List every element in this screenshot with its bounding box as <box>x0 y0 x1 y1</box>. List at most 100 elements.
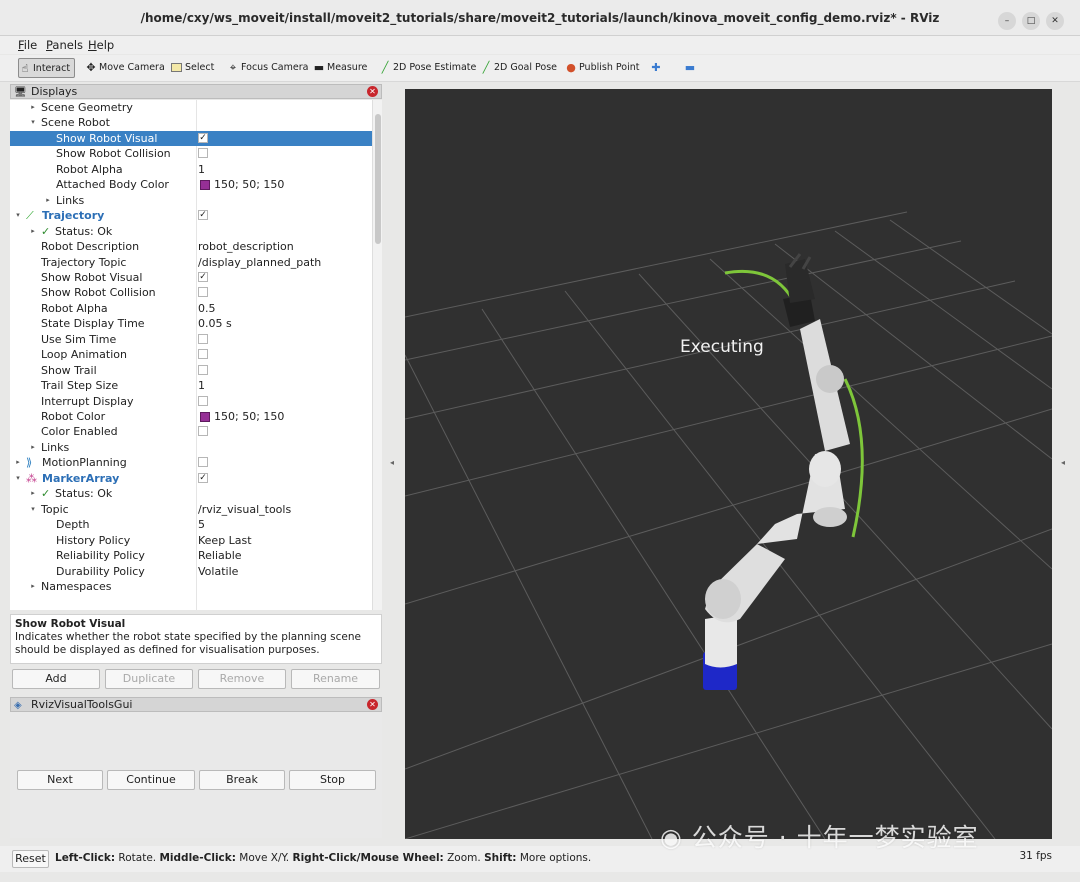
stop-button[interactable]: Stop <box>289 770 376 790</box>
tree-row[interactable]: ▸ Scene Geometry <box>10 100 372 115</box>
interact-tool-button[interactable]: ☝ Interact <box>18 58 76 78</box>
property-checkbox[interactable] <box>198 287 208 298</box>
expand-down-icon[interactable]: ▾ <box>14 471 22 486</box>
menu-panels[interactable]: Panels <box>46 38 83 52</box>
property-checkbox[interactable] <box>198 395 208 406</box>
tree-row[interactable]: Robot Alpha 0.5 <box>10 301 372 316</box>
tree-row-value[interactable]: 1 <box>198 378 205 393</box>
remove-button[interactable]: Remove <box>198 669 286 689</box>
minimize-icon[interactable]: – <box>998 12 1016 30</box>
tree-row-value[interactable]: Keep Last <box>198 533 252 548</box>
duplicate-button[interactable]: Duplicate <box>105 669 193 689</box>
tree-row-value[interactable]: 1 <box>198 162 205 177</box>
tree-row[interactable]: Use Sim Time <box>10 332 372 347</box>
tree-row[interactable]: History Policy Keep Last <box>10 533 372 548</box>
tree-row[interactable]: ▸ Links <box>10 193 372 208</box>
property-checkbox[interactable] <box>198 333 208 344</box>
move-camera-tool-button[interactable]: ✥ Move Camera <box>85 58 164 78</box>
3d-viewport[interactable]: Executing <box>405 89 1052 839</box>
splitter-left-arrow-icon[interactable]: ◂ <box>389 458 395 467</box>
tree-row-value[interactable]: /rviz_visual_tools <box>198 502 291 517</box>
tree-row[interactable]: Loop Animation <box>10 347 372 362</box>
color-swatch[interactable] <box>200 180 210 191</box>
tree-row[interactable]: Show Robot Visual ✓ <box>10 130 372 147</box>
tree-row[interactable]: State Display Time 0.05 s <box>10 316 372 331</box>
menu-help[interactable]: Help <box>88 38 114 52</box>
tree-row[interactable]: ▸ Links <box>10 440 372 455</box>
tree-row-value[interactable]: Volatile <box>198 564 238 579</box>
scrollbar-thumb[interactable] <box>375 114 381 244</box>
tree-row-value[interactable]: 5 <box>198 517 205 532</box>
tree-row[interactable]: Robot Color 150; 50; 150 <box>10 409 372 424</box>
tree-row-value[interactable]: /display_planned_path <box>198 255 321 270</box>
tree-row-value[interactable]: robot_description <box>198 239 294 254</box>
property-checkbox[interactable] <box>198 349 208 360</box>
maximize-icon[interactable]: □ <box>1022 12 1040 30</box>
tree-row[interactable]: Interrupt Display <box>10 394 372 409</box>
tree-row[interactable]: Depth 5 <box>10 517 372 532</box>
tree-row[interactable]: ▾ Topic/rviz_visual_tools <box>10 502 372 517</box>
next-button[interactable]: Next <box>17 770 103 790</box>
tree-row[interactable]: ▸ ⟫ MotionPlanning <box>10 455 372 470</box>
expand-right-icon[interactable]: ▸ <box>29 579 37 594</box>
goal-pose-tool-button[interactable]: ╱ 2D Goal Pose <box>480 58 557 78</box>
expand-down-icon[interactable]: ▾ <box>29 115 37 130</box>
continue-button[interactable]: Continue <box>107 770 195 790</box>
splitter-right-arrow-icon[interactable]: ◂ <box>1060 458 1066 467</box>
measure-tool-button[interactable]: ▬ Measure <box>313 58 368 78</box>
break-button[interactable]: Break <box>199 770 285 790</box>
tree-scrollbar[interactable] <box>372 100 382 610</box>
displays-tree[interactable]: ▸ Scene Geometry ▾ Scene Robot Show Robot Vi… <box>10 100 372 610</box>
add-button[interactable]: Add <box>12 669 100 689</box>
rename-button[interactable]: Rename <box>291 669 380 689</box>
tree-row[interactable]: Attached Body Color 150; 50; 150 <box>10 177 372 192</box>
tree-row[interactable]: ▾ ⟋ Trajectory ✓ <box>10 208 372 223</box>
tree-row[interactable]: ▾ Scene Robot <box>10 115 372 130</box>
tree-row[interactable]: Show Robot Collision <box>10 285 372 300</box>
tree-row[interactable]: Robot Description robot_description <box>10 239 372 254</box>
add-tool-button[interactable]: ✚ <box>650 58 664 78</box>
reset-button[interactable]: Reset <box>12 850 49 868</box>
tree-row[interactable]: ▸ Namespaces <box>10 579 372 594</box>
tree-row[interactable]: ▸ ✓ Status: Ok <box>10 486 372 501</box>
tree-row-value[interactable]: 0.05 s <box>198 316 232 331</box>
expand-right-icon[interactable]: ▸ <box>29 224 37 239</box>
tree-row[interactable]: Robot Alpha 1 <box>10 162 372 177</box>
tree-row[interactable]: Reliability Policy Reliable <box>10 548 372 563</box>
tree-row[interactable]: ▾ ⁂ MarkerArray ✓ <box>10 471 372 486</box>
select-tool-button[interactable]: Select <box>171 58 214 78</box>
expand-down-icon[interactable]: ▾ <box>29 502 37 517</box>
tree-row-value[interactable]: 150; 50; 150 <box>214 409 284 424</box>
tree-row-value[interactable]: 150; 50; 150 <box>214 177 284 192</box>
property-checkbox[interactable] <box>198 364 208 375</box>
close-icon[interactable]: ✕ <box>1046 12 1064 30</box>
tree-row[interactable]: Durability Policy Volatile <box>10 564 372 579</box>
property-checkbox[interactable]: ✓ <box>198 210 208 221</box>
expand-right-icon[interactable]: ▸ <box>29 486 37 501</box>
tree-row[interactable]: Show Robot Visual ✓ <box>10 270 372 285</box>
property-checkbox[interactable]: ✓ <box>198 132 208 143</box>
tree-row-value[interactable]: 0.5 <box>198 301 216 316</box>
publish-point-tool-button[interactable]: ● Publish Point <box>565 58 639 78</box>
expand-right-icon[interactable]: ▸ <box>14 455 22 470</box>
remove-tool-button[interactable]: ▬ <box>684 58 698 78</box>
expand-down-icon[interactable]: ▾ <box>14 208 22 223</box>
property-checkbox[interactable] <box>198 426 208 437</box>
tree-row[interactable]: Show Robot Collision <box>10 146 372 161</box>
tree-row[interactable]: Color Enabled <box>10 424 372 439</box>
tree-row[interactable]: Trail Step Size 1 <box>10 378 372 393</box>
tree-row[interactable]: ▸ ✓ Status: Ok <box>10 224 372 239</box>
property-checkbox[interactable]: ✓ <box>198 271 208 282</box>
close-panel-icon[interactable]: ✕ <box>367 86 378 97</box>
menu-file[interactable]: File <box>18 38 37 52</box>
pose-estimate-tool-button[interactable]: ╱ 2D Pose Estimate <box>379 58 477 78</box>
expand-right-icon[interactable]: ▸ <box>44 193 52 208</box>
focus-camera-tool-button[interactable]: ⌖ Focus Camera <box>227 58 309 78</box>
expand-right-icon[interactable]: ▸ <box>29 100 37 115</box>
property-checkbox[interactable] <box>198 457 208 468</box>
property-checkbox[interactable] <box>198 148 208 159</box>
property-checkbox[interactable]: ✓ <box>198 472 208 483</box>
tree-row[interactable]: Trajectory Topic/display_planned_path <box>10 255 372 270</box>
tree-row[interactable]: Show Trail <box>10 363 372 378</box>
expand-right-icon[interactable]: ▸ <box>29 440 37 455</box>
